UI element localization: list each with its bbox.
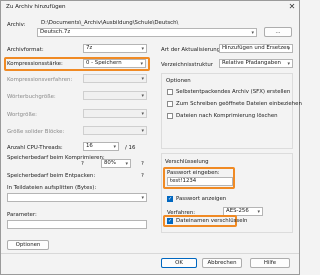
password-label: Passwort eingeben:: [167, 170, 220, 176]
add-to-archive-dialog: Zu Archiv hinzufügen ✕ Archiv: D:\Docume…: [0, 0, 302, 275]
chevron-down-icon: ▾: [251, 30, 254, 36]
shared-files-label: Zum Schreiben geöffnete Dateien einbezie…: [176, 101, 302, 107]
word-size-combo[interactable]: ▾: [83, 109, 147, 118]
encrypt-names-label: Dateinamen verschlüsseln: [176, 218, 248, 224]
show-password-checkbox[interactable]: ✓: [167, 196, 173, 202]
ok-button[interactable]: OK: [161, 258, 197, 268]
archive-label: Archiv:: [7, 22, 26, 28]
shared-files-checkbox[interactable]: [167, 101, 173, 107]
threads-max: / 16: [125, 145, 136, 151]
format-value: 7z: [86, 45, 93, 51]
cancel-button[interactable]: Abbrechen: [202, 258, 242, 268]
split-label: In Teildateien aufsplitten (Bytes):: [7, 185, 97, 191]
chevron-down-icon: ▾: [287, 61, 290, 67]
archive-path: D:\Documents\_Archiv\Ausbildung\Schule\D…: [41, 20, 179, 26]
mem-compress-unknown: ?: [141, 161, 144, 167]
update-mode-value: Hinzufügen und Ersetzen: [222, 45, 290, 51]
solid-block-label: Größe solider Blöcke:: [7, 129, 65, 135]
mem-decompress-label: Speicherbedarf beim Entpacken:: [7, 173, 96, 179]
options-group: [161, 73, 293, 149]
sfx-checkbox[interactable]: [167, 89, 173, 95]
mem-compress-value: 80%: [104, 160, 116, 166]
encryption-group-title: Verschlüsselung: [165, 159, 209, 165]
chevron-down-icon: ▾: [113, 144, 116, 150]
dictionary-label: Wörterbuchgröße:: [7, 94, 56, 100]
word-size-label: Wortgröße:: [7, 112, 37, 118]
compression-label: Kompressionsstärke:: [7, 61, 63, 67]
options-button[interactable]: Optionen: [7, 240, 49, 250]
delete-after-label: Dateien nach Komprimierung löschen: [176, 113, 278, 119]
update-mode-combo[interactable]: Hinzufügen und Ersetzen ▾: [219, 44, 293, 53]
password-input[interactable]: test!1234: [167, 177, 233, 186]
path-mode-label: Verzeichnisstruktur: [161, 62, 213, 68]
chevron-down-icon: ▾: [141, 111, 144, 117]
options-group-title: Optionen: [166, 78, 191, 84]
password-value: test!1234: [170, 178, 197, 184]
method-combo[interactable]: ▾: [83, 74, 147, 83]
dictionary-combo[interactable]: ▾: [83, 91, 147, 100]
delete-after-checkbox[interactable]: [167, 113, 173, 119]
mem-compress-question: ?: [81, 161, 84, 167]
parameter-label: Parameter:: [7, 212, 37, 218]
method-label: Kompressionsverfahren:: [7, 77, 73, 83]
solid-block-combo[interactable]: ▾: [83, 126, 147, 135]
parameter-input[interactable]: [7, 220, 147, 229]
format-combo[interactable]: 7z ▾: [83, 44, 147, 53]
sfx-label: Selbstentpackendes Archiv (SFX) erstelle…: [176, 89, 291, 95]
chevron-down-icon: ▾: [287, 46, 290, 52]
chevron-down-icon: ▾: [141, 128, 144, 134]
chevron-down-icon: ▾: [140, 61, 143, 67]
path-mode-combo[interactable]: Relative Pfadangaben ▾: [219, 59, 293, 68]
encryption-method-value: AES-256: [226, 208, 249, 214]
archive-name-value: Deutsch.7z: [40, 29, 71, 35]
compression-value: 0 - Speichern: [86, 60, 122, 66]
mem-compress-label: Speicherbedarf beim Komprimieren:: [7, 155, 105, 161]
threads-value: 16: [86, 143, 93, 149]
chevron-down-icon: ▾: [141, 76, 144, 82]
mem-compress-combo[interactable]: 80% ▾: [101, 159, 131, 168]
update-mode-label: Art der Aktualisierung:: [161, 47, 222, 53]
chevron-down-icon: ▾: [141, 195, 144, 201]
path-mode-value: Relative Pfadangaben: [222, 60, 281, 66]
mem-decompress-value: ?: [141, 173, 144, 179]
footer-divider: [1, 253, 299, 254]
title-bar: Zu Archiv hinzufügen ✕: [1, 1, 299, 13]
threads-combo[interactable]: 16 ▾: [83, 142, 119, 151]
close-icon[interactable]: ✕: [285, 1, 299, 13]
archive-name-combo[interactable]: Deutsch.7z ▾: [37, 28, 257, 37]
chevron-down-icon: ▾: [141, 46, 144, 52]
threads-label: Anzahl CPU-Threads:: [7, 145, 63, 151]
compression-combo[interactable]: 0 - Speichern ▾: [83, 59, 146, 68]
chevron-down-icon: ▾: [257, 209, 260, 215]
window-title: Zu Archiv hinzufügen: [6, 4, 66, 10]
help-button[interactable]: Hilfe: [250, 258, 290, 268]
split-combo[interactable]: ▾: [7, 193, 147, 202]
chevron-down-icon: ▾: [125, 161, 128, 167]
format-label: Archivformat:: [7, 47, 44, 53]
show-password-label: Passwort anzeigen: [176, 196, 227, 202]
chevron-down-icon: ▾: [141, 93, 144, 99]
browse-button[interactable]: ...: [264, 27, 292, 37]
encrypt-names-checkbox[interactable]: ✓: [167, 218, 173, 224]
